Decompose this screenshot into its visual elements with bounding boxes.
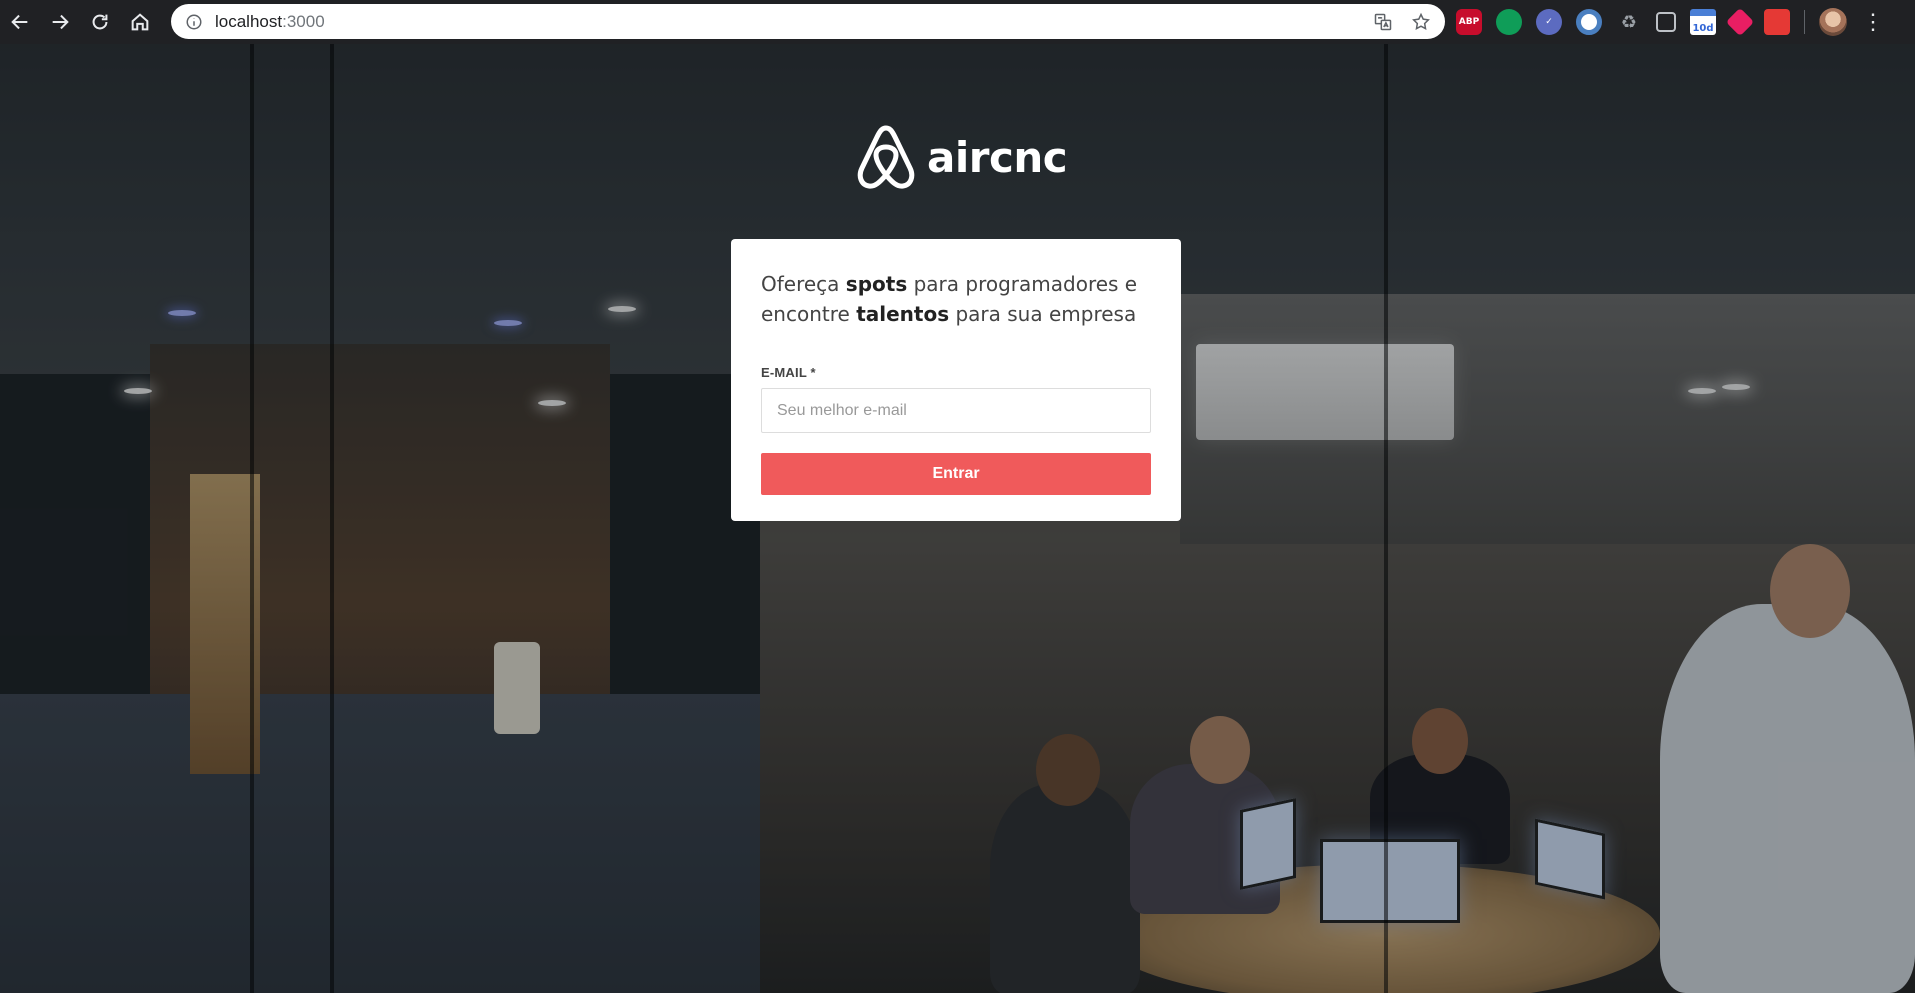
more-menu-icon[interactable]: ⋮ <box>1861 11 1885 33</box>
star-icon[interactable] <box>1409 10 1433 34</box>
logo-text: aircnc <box>927 132 1068 182</box>
url-host: localhost <box>215 11 283 31</box>
login-card: Ofereça spots para programadores e encon… <box>731 239 1181 521</box>
forward-button[interactable] <box>40 0 80 44</box>
submit-button[interactable]: Entrar <box>761 453 1151 495</box>
arrow-right-icon <box>52 14 69 30</box>
translate-icon[interactable] <box>1371 10 1395 34</box>
back-button[interactable] <box>0 0 40 44</box>
reload-icon <box>92 14 108 30</box>
lightbulb-extension-icon[interactable] <box>1656 12 1676 32</box>
extensions-bar: ABP ✓ ♻ 10d ⋮ <box>1456 0 1885 44</box>
airbnb-belo-icon <box>857 125 915 189</box>
card-headline: Ofereça spots para programadores e encon… <box>761 269 1151 329</box>
info-icon[interactable] <box>185 13 203 31</box>
home-button[interactable] <box>120 0 160 44</box>
headline-emphasis: talentos <box>856 302 950 326</box>
profile-avatar[interactable] <box>1819 8 1847 36</box>
checkmark-extension-icon[interactable]: ✓ <box>1536 9 1562 35</box>
email-field[interactable] <box>761 388 1151 433</box>
browser-toolbar: localhost:3000 ABP ✓ ♻ 10d ⋮ <box>0 0 1915 44</box>
url-port: :3000 <box>282 11 325 31</box>
email-label: E-MAIL * <box>761 365 816 380</box>
green-extension-icon[interactable] <box>1496 9 1522 35</box>
address-bar[interactable]: localhost:3000 <box>171 4 1445 39</box>
headline-text: Ofereça <box>761 272 846 296</box>
adblock-plus-icon[interactable]: ABP <box>1456 9 1482 35</box>
home-icon <box>131 13 149 31</box>
login-page: aircnc Ofereça spots para programadores … <box>0 44 1915 993</box>
blue-ring-extension-icon[interactable] <box>1576 9 1602 35</box>
calendar-extension-icon[interactable]: 10d <box>1690 9 1716 35</box>
headline-emphasis: spots <box>845 272 908 296</box>
aircnc-logo: aircnc <box>855 124 1068 190</box>
reload-button[interactable] <box>80 0 120 44</box>
url-text[interactable]: localhost:3000 <box>215 12 325 32</box>
pink-extension-icon[interactable] <box>1725 7 1755 37</box>
toolbar-divider <box>1804 10 1805 34</box>
red-extension-icon[interactable] <box>1764 9 1790 35</box>
arrow-left-icon <box>11 14 28 30</box>
recycle-extension-icon[interactable]: ♻ <box>1616 9 1642 35</box>
headline-text: para sua empresa <box>949 302 1137 326</box>
